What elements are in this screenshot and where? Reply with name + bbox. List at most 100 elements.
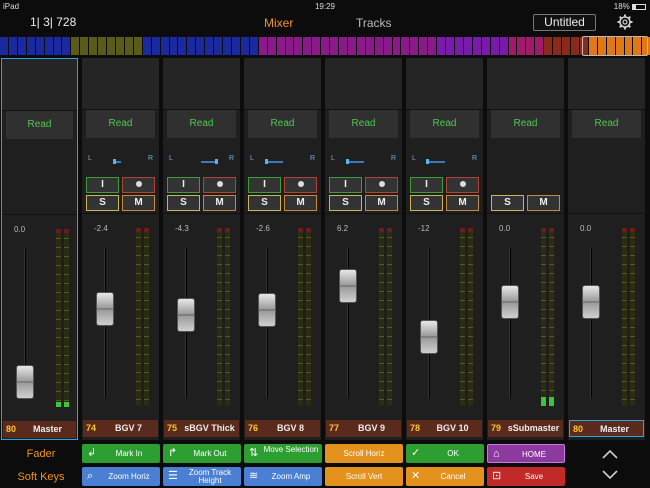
volume-fader[interactable] bbox=[501, 285, 519, 320]
pan-control[interactable]: LR bbox=[331, 155, 396, 169]
mute-button[interactable]: M bbox=[122, 195, 155, 211]
mixer-strip[interactable]: Read 0.0 80 Master bbox=[1, 58, 78, 440]
track-name-bar[interactable]: 80 Master bbox=[3, 421, 76, 438]
pan-knob[interactable] bbox=[425, 159, 429, 164]
chevron-down-icon[interactable] bbox=[601, 469, 619, 481]
automation-read-button[interactable]: Read bbox=[248, 110, 317, 138]
volume-fader[interactable] bbox=[339, 268, 357, 303]
pan-control[interactable]: LR bbox=[169, 155, 234, 169]
mixer-strip[interactable]: Read S M 0.0 79 sSubmaster bbox=[487, 58, 564, 440]
track-name: BGV 7 bbox=[114, 423, 142, 433]
input-monitor-button[interactable]: I bbox=[248, 177, 281, 193]
track-name-bar[interactable]: 79 sSubmaster bbox=[488, 420, 563, 437]
mute-button[interactable]: M bbox=[365, 195, 398, 211]
softkey-mark-out-button[interactable]: ↱ Mark Out bbox=[163, 444, 241, 463]
level-meter bbox=[387, 228, 392, 406]
mixer-strip[interactable]: Read L R I S M -4.3 75 sBGV Thick bbox=[163, 58, 240, 440]
track-overview-bar[interactable] bbox=[0, 37, 650, 55]
pan-knob[interactable] bbox=[215, 159, 218, 164]
volume-fader[interactable] bbox=[420, 319, 438, 354]
automation-read-button[interactable]: Read bbox=[167, 110, 236, 138]
softkey-zoom-horiz-button[interactable]: ⌕ Zoom Horiz bbox=[82, 467, 160, 486]
pan-knob[interactable] bbox=[264, 159, 268, 164]
volume-fader[interactable] bbox=[177, 297, 195, 332]
fader-track[interactable] bbox=[590, 248, 592, 398]
record-arm-button[interactable] bbox=[365, 177, 398, 193]
track-name-bar[interactable]: 78 BGV 10 bbox=[407, 420, 482, 437]
softkey-zoom-track-height-button[interactable]: ☰ Zoom Track Height bbox=[163, 467, 241, 486]
solo-button[interactable]: S bbox=[410, 195, 443, 211]
softkey-ok-button[interactable]: ✓ OK bbox=[406, 444, 484, 463]
solo-button[interactable]: S bbox=[86, 195, 119, 211]
position-counter[interactable]: 1| 3| 728 bbox=[30, 15, 76, 29]
overview-viewport[interactable] bbox=[582, 36, 648, 56]
solo-button[interactable]: S bbox=[491, 195, 524, 211]
automation-read-button[interactable]: Read bbox=[572, 110, 641, 138]
insert-slot[interactable] bbox=[568, 58, 645, 110]
softkey-cancel-button[interactable]: ✕ Cancel bbox=[406, 467, 484, 486]
solo-button[interactable]: S bbox=[167, 195, 200, 211]
insert-slot[interactable] bbox=[2, 59, 77, 111]
pan-knob[interactable] bbox=[112, 159, 116, 164]
mute-button[interactable]: M bbox=[284, 195, 317, 211]
gear-icon[interactable] bbox=[617, 14, 633, 30]
insert-slot[interactable] bbox=[244, 58, 321, 110]
mixer-strip[interactable]: Read L R I S M -2.6 76 BGV 8 bbox=[244, 58, 321, 440]
mixer-strip[interactable]: Read L R I S M -12 78 BGV 10 bbox=[406, 58, 483, 440]
record-arm-button[interactable] bbox=[446, 177, 479, 193]
automation-read-button[interactable]: Read bbox=[329, 110, 398, 138]
softkey-scroll-vert-button[interactable]: Scroll Vert bbox=[325, 467, 403, 486]
insert-slot[interactable] bbox=[82, 58, 159, 110]
tab-tracks[interactable]: Tracks bbox=[356, 16, 392, 30]
soft-keys-button[interactable]: Soft Keys bbox=[0, 471, 82, 483]
insert-slot[interactable] bbox=[325, 58, 402, 110]
fader-mode-button[interactable]: Fader bbox=[0, 448, 82, 460]
volume-fader[interactable] bbox=[582, 285, 600, 320]
track-name-bar[interactable]: 80 Master bbox=[569, 420, 644, 437]
input-monitor-button[interactable]: I bbox=[410, 177, 443, 193]
automation-read-button[interactable]: Read bbox=[491, 110, 560, 138]
pan-control[interactable]: LR bbox=[250, 155, 315, 169]
solo-button[interactable]: S bbox=[248, 195, 281, 211]
volume-fader[interactable] bbox=[258, 293, 276, 328]
mute-button[interactable]: M bbox=[203, 195, 236, 211]
insert-slot[interactable] bbox=[487, 58, 564, 110]
overview-segment bbox=[472, 37, 481, 55]
mixer-strip[interactable]: Read L R I S M 6.2 77 BGV 9 bbox=[325, 58, 402, 440]
mixer-strip[interactable]: Read 0.0 80 Master bbox=[568, 58, 645, 440]
solo-button[interactable]: S bbox=[329, 195, 362, 211]
track-name-bar[interactable]: 76 BGV 8 bbox=[245, 420, 320, 437]
track-name-bar[interactable]: 75 sBGV Thick bbox=[164, 420, 239, 437]
volume-fader[interactable] bbox=[96, 292, 114, 327]
softkey-zoom-amp-button[interactable]: ≋ Zoom Amp bbox=[244, 467, 322, 486]
pan-control[interactable]: LR bbox=[88, 155, 153, 169]
mute-button[interactable]: M bbox=[446, 195, 479, 211]
track-name-bar[interactable]: 77 BGV 9 bbox=[326, 420, 401, 437]
track-name-bar[interactable]: 74 BGV 7 bbox=[83, 420, 158, 437]
input-monitor-button[interactable]: I bbox=[167, 177, 200, 193]
automation-read-button[interactable]: Read bbox=[86, 110, 155, 138]
mixer-strip[interactable]: Read L R I S M -2.4 74 BGV 7 bbox=[82, 58, 159, 440]
fader-track[interactable] bbox=[509, 248, 511, 398]
insert-slot[interactable] bbox=[406, 58, 483, 110]
volume-fader[interactable] bbox=[16, 365, 34, 399]
automation-read-button[interactable]: Read bbox=[6, 111, 73, 139]
insert-slot[interactable] bbox=[163, 58, 240, 110]
record-arm-button[interactable] bbox=[284, 177, 317, 193]
mute-button[interactable]: M bbox=[527, 195, 560, 211]
automation-read-button[interactable]: Read bbox=[410, 110, 479, 138]
record-arm-button[interactable] bbox=[203, 177, 236, 193]
softkey-scroll-horiz-button[interactable]: Scroll Horiz bbox=[325, 444, 403, 463]
pan-knob[interactable] bbox=[346, 159, 350, 164]
tab-mixer[interactable]: Mixer bbox=[264, 16, 293, 30]
chevron-up-icon[interactable] bbox=[601, 448, 619, 460]
input-monitor-button[interactable]: I bbox=[329, 177, 362, 193]
softkey-home-button[interactable]: ⌂ HOME bbox=[487, 444, 565, 463]
softkey-mark-in-button[interactable]: ↲ Mark In bbox=[82, 444, 160, 463]
project-title[interactable]: Untitled bbox=[533, 14, 596, 31]
softkey-save-button[interactable]: ⊡ Save bbox=[487, 467, 565, 486]
input-monitor-button[interactable]: I bbox=[86, 177, 119, 193]
softkey-move-selection-button[interactable]: ⇅ Move Selection bbox=[244, 444, 322, 463]
record-arm-button[interactable] bbox=[122, 177, 155, 193]
pan-control[interactable]: LR bbox=[412, 155, 477, 169]
